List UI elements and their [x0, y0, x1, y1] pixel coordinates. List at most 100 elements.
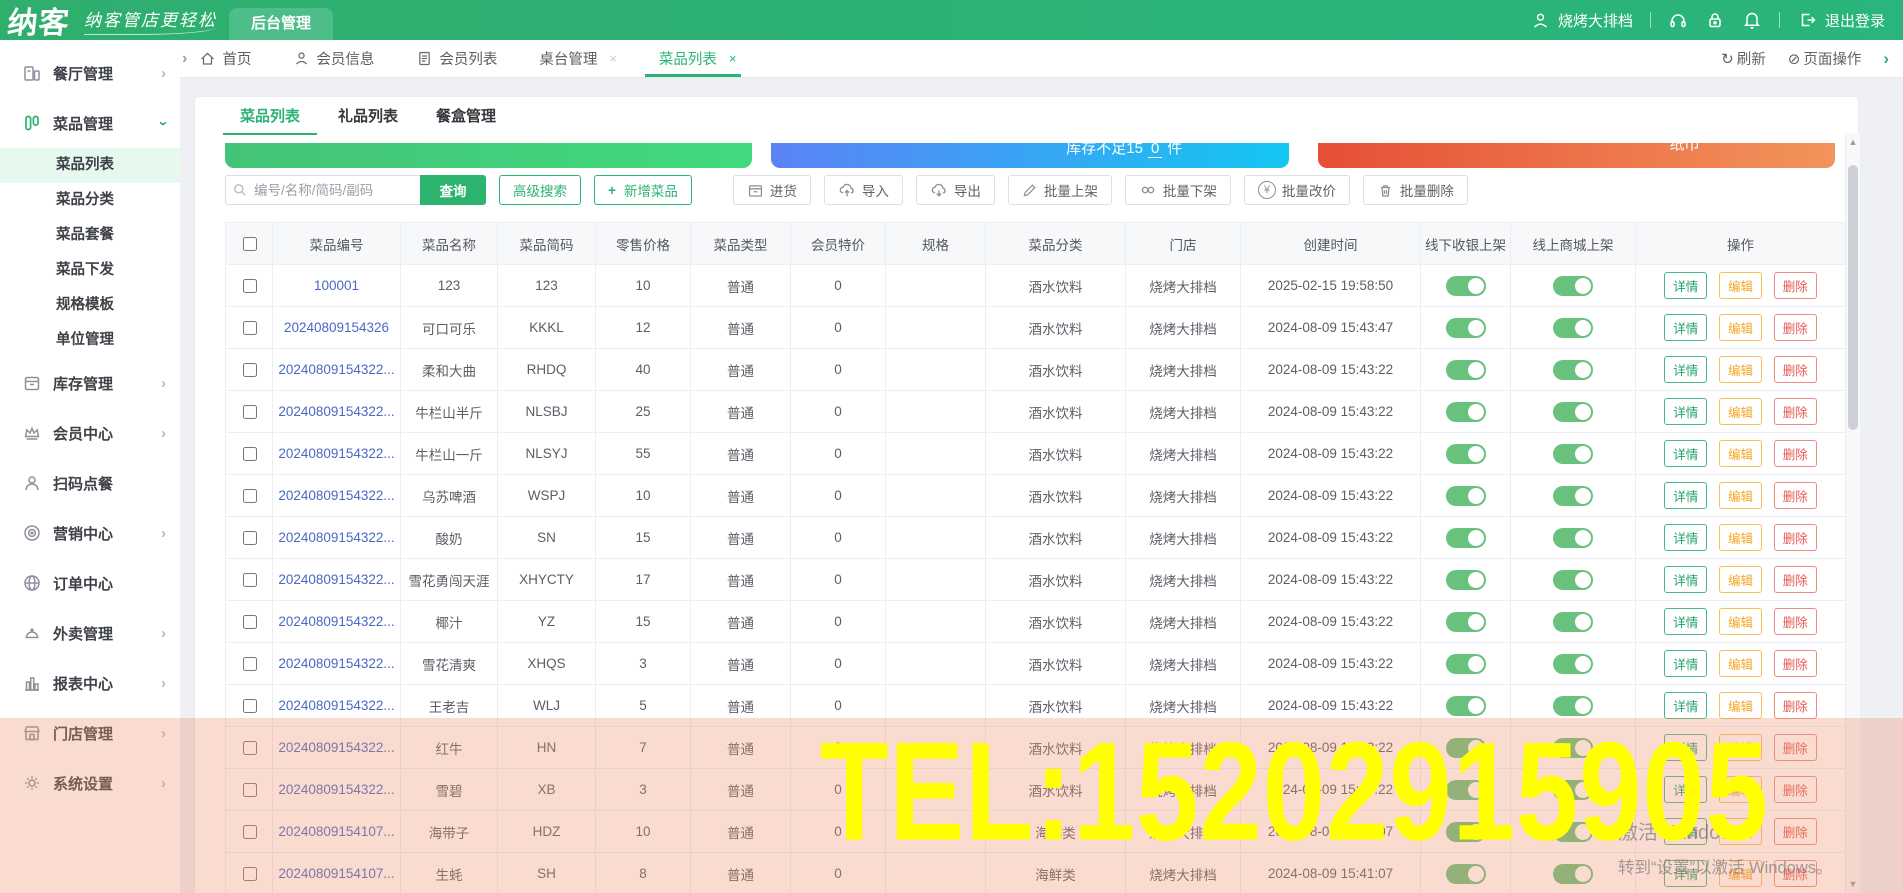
mall-listed-toggle[interactable] — [1553, 276, 1593, 296]
edit-button[interactable]: 编辑 — [1719, 650, 1762, 677]
row-checkbox[interactable] — [243, 489, 257, 503]
mall-listed-toggle[interactable] — [1553, 318, 1593, 338]
dish-code-link[interactable]: 20240809154326 — [284, 320, 389, 335]
mall-listed-toggle[interactable] — [1553, 402, 1593, 422]
detail-button[interactable]: 详情 — [1664, 608, 1707, 635]
detail-button[interactable]: 详情 — [1664, 566, 1707, 593]
mall-listed-toggle[interactable] — [1553, 570, 1593, 590]
row-checkbox[interactable] — [243, 573, 257, 587]
pos-listed-toggle[interactable] — [1446, 780, 1486, 800]
banner-green[interactable] — [225, 143, 752, 168]
sidebar-subitem-spec-template[interactable]: 规格模板 — [0, 288, 180, 323]
batch-reprice-button[interactable]: ¥批量改价 — [1244, 175, 1350, 205]
pos-listed-toggle[interactable] — [1446, 864, 1486, 884]
mall-listed-toggle[interactable] — [1553, 528, 1593, 548]
subtab-gift-list[interactable]: 礼品列表 — [321, 97, 415, 135]
low-stock-count[interactable]: 0 — [1148, 143, 1162, 158]
delete-button[interactable]: 删除 — [1774, 524, 1817, 551]
edit-button[interactable]: 编辑 — [1719, 524, 1762, 551]
detail-button[interactable]: 详情 — [1664, 692, 1707, 719]
sidebar-item-restaurant[interactable]: 餐厅管理 › — [0, 48, 180, 98]
sidebar-item-order[interactable]: 订单中心 — [0, 558, 180, 608]
sidebar-subitem-dish-combo[interactable]: 菜品套餐 — [0, 218, 180, 253]
scroll-down-arrow[interactable]: ▼ — [1846, 877, 1860, 891]
sidebar-item-takeout[interactable]: 外卖管理 › — [0, 608, 180, 658]
delete-button[interactable]: 删除 — [1774, 818, 1817, 845]
mall-listed-toggle[interactable] — [1553, 612, 1593, 632]
mall-listed-toggle[interactable] — [1553, 696, 1593, 716]
edit-button[interactable]: 编辑 — [1719, 356, 1762, 383]
mall-listed-toggle[interactable] — [1553, 780, 1593, 800]
mall-listed-toggle[interactable] — [1553, 360, 1593, 380]
sidebar-item-settings[interactable]: 系统设置 › — [0, 758, 180, 808]
pos-listed-toggle[interactable] — [1446, 402, 1486, 422]
sidebar-item-marketing[interactable]: 营销中心 › — [0, 508, 180, 558]
dish-code-link[interactable]: 20240809154322... — [278, 740, 394, 755]
page-actions-button[interactable]: ⊘页面操作 — [1788, 48, 1862, 69]
edit-button[interactable]: 编辑 — [1719, 566, 1762, 593]
dish-code-link[interactable]: 20240809154322... — [278, 362, 394, 377]
pos-listed-toggle[interactable] — [1446, 276, 1486, 296]
dish-code-link[interactable]: 20240809154322... — [278, 404, 394, 419]
tab-table-mgmt[interactable]: 桌台管理 × — [539, 40, 617, 77]
tab-member-info[interactable]: 会员信息 — [293, 40, 374, 77]
subtab-mealbox-mgmt[interactable]: 餐盒管理 — [419, 97, 513, 135]
pos-listed-toggle[interactable] — [1446, 738, 1486, 758]
dish-code-link[interactable]: 20240809154107... — [278, 866, 394, 881]
row-checkbox[interactable] — [243, 741, 257, 755]
edit-button[interactable]: 编辑 — [1719, 734, 1762, 761]
dish-code-link[interactable]: 20240809154322... — [278, 530, 394, 545]
edit-button[interactable]: 编辑 — [1719, 776, 1762, 803]
mall-listed-toggle[interactable] — [1553, 738, 1593, 758]
delete-button[interactable]: 删除 — [1774, 860, 1817, 887]
row-checkbox[interactable] — [243, 531, 257, 545]
pos-listed-toggle[interactable] — [1446, 654, 1486, 674]
edit-button[interactable]: 编辑 — [1719, 398, 1762, 425]
banner-low-stock[interactable]: 库存不足150件 — [771, 143, 1289, 168]
delete-button[interactable]: 删除 — [1774, 734, 1817, 761]
close-icon[interactable]: × — [729, 51, 737, 66]
more-arrow-icon[interactable]: › — [1883, 49, 1889, 69]
delete-button[interactable]: 删除 — [1774, 440, 1817, 467]
tab-home[interactable]: 首页 — [199, 40, 251, 77]
nav-tab-backoffice[interactable]: 后台管理 — [229, 8, 333, 40]
sidebar-item-store[interactable]: 门店管理 › — [0, 708, 180, 758]
edit-button[interactable]: 编辑 — [1719, 818, 1762, 845]
subtab-dish-list[interactable]: 菜品列表 — [223, 97, 317, 135]
search-button[interactable]: 查询 — [420, 175, 486, 205]
sidebar-item-report[interactable]: 报表中心 › — [0, 658, 180, 708]
batch-delete-button[interactable]: 批量删除 — [1363, 175, 1468, 205]
row-checkbox[interactable] — [243, 279, 257, 293]
edit-button[interactable]: 编辑 — [1719, 482, 1762, 509]
detail-button[interactable]: 详情 — [1664, 314, 1707, 341]
pos-listed-toggle[interactable] — [1446, 444, 1486, 464]
add-dish-button[interactable]: +新增菜品 — [594, 175, 692, 205]
export-button[interactable]: 导出 — [916, 175, 995, 205]
detail-button[interactable]: 详情 — [1664, 482, 1707, 509]
import-button[interactable]: 导入 — [824, 175, 903, 205]
edit-button[interactable]: 编辑 — [1719, 860, 1762, 887]
mall-listed-toggle[interactable] — [1553, 486, 1593, 506]
advanced-search-button[interactable]: 高级搜索 — [499, 175, 581, 205]
detail-button[interactable]: 详情 — [1664, 356, 1707, 383]
dish-code-link[interactable]: 20240809154322... — [278, 656, 394, 671]
tab-dish-list[interactable]: 菜品列表 × — [659, 40, 737, 77]
delete-button[interactable]: 删除 — [1774, 314, 1817, 341]
dish-code-link[interactable]: 100001 — [314, 278, 359, 293]
dish-code-link[interactable]: 20240809154322... — [278, 572, 394, 587]
search-input[interactable] — [225, 175, 420, 205]
batch-delist-button[interactable]: 批量下架 — [1125, 175, 1231, 205]
delete-button[interactable]: 删除 — [1774, 482, 1817, 509]
mall-listed-toggle[interactable] — [1553, 822, 1593, 842]
dish-code-link[interactable]: 20240809154322... — [278, 488, 394, 503]
purchase-button[interactable]: 进货 — [733, 175, 811, 205]
delete-button[interactable]: 删除 — [1774, 398, 1817, 425]
edit-button[interactable]: 编辑 — [1719, 440, 1762, 467]
dish-code-link[interactable]: 20240809154322... — [278, 614, 394, 629]
lock-icon[interactable] — [1705, 10, 1725, 30]
scrollbar-thumb[interactable] — [1848, 165, 1858, 430]
pos-listed-toggle[interactable] — [1446, 570, 1486, 590]
mall-listed-toggle[interactable] — [1553, 444, 1593, 464]
delete-button[interactable]: 删除 — [1774, 272, 1817, 299]
delete-button[interactable]: 删除 — [1774, 608, 1817, 635]
